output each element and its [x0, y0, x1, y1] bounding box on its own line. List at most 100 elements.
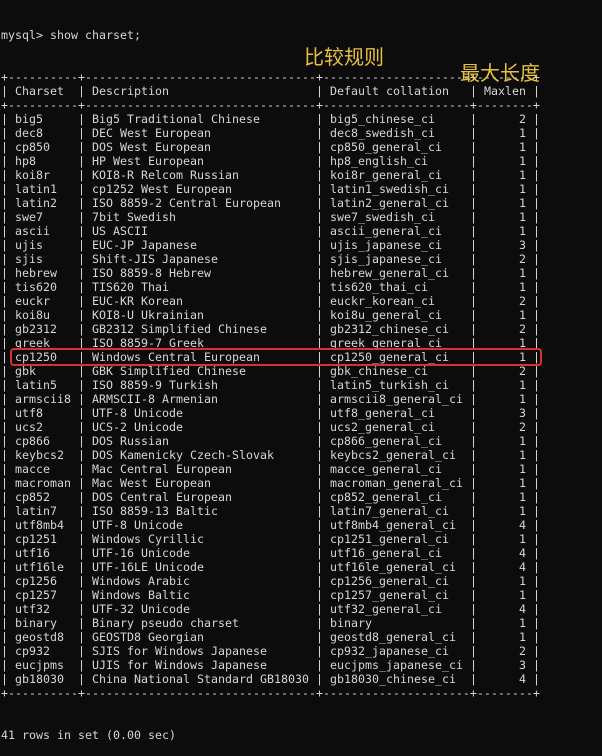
table-cell: 1 — [483, 168, 526, 182]
table-cell: 2 — [483, 112, 526, 126]
table-cell: keybcs2 — [15, 448, 71, 462]
charset-table: +----------+----------------------------… — [1, 70, 540, 700]
table-cell: GEOSTD8 Georgian — [92, 630, 309, 644]
table-row: | armscii8 | ARMSCII-8 Armenian | armsci… — [1, 392, 540, 406]
table-row: | hebrew | ISO 8859-8 Hebrew | hebrew_ge… — [1, 266, 540, 280]
table-cell: EUC-KR Korean — [92, 294, 309, 308]
table-row: | ascii | US ASCII | ascii_general_ci | … — [1, 224, 540, 238]
table-cell: 1 — [483, 490, 526, 504]
table-cell: ascii_general_ci — [329, 224, 463, 238]
table-cell: gb18030_chinese_ci — [329, 672, 463, 686]
table-row: | geostd8 | GEOSTD8 Georgian | geostd8_g… — [1, 630, 540, 644]
table-cell: DOS Central European — [92, 490, 309, 504]
table-cell: keybcs2_general_ci — [329, 448, 463, 462]
table-row: | koi8u | KOI8-U Ukrainian | koi8u_gener… — [1, 308, 540, 322]
table-cell: HP West European — [92, 154, 309, 168]
table-cell: binary — [329, 616, 463, 630]
table-cell: utf32 — [15, 602, 71, 616]
table-cell: UTF-16 Unicode — [92, 546, 309, 560]
table-cell: UJIS for Windows Japanese — [92, 658, 309, 672]
table-cell: cp1257 — [15, 588, 71, 602]
table-cell: China National Standard GB18030 — [92, 672, 309, 686]
table-cell: latin5_turkish_ci — [329, 378, 463, 392]
table-cell: macroman — [15, 476, 71, 490]
table-cell: euckr_korean_ci — [329, 294, 463, 308]
table-cell: dec8_swedish_ci — [329, 126, 463, 140]
table-cell: tis620_thai_ci — [329, 280, 463, 294]
table-cell: 1 — [483, 210, 526, 224]
table-cell: GB2312 Simplified Chinese — [92, 322, 309, 336]
table-cell: 1 — [483, 154, 526, 168]
table-cell: sjis — [15, 252, 71, 266]
terminal-output: mysql> show charset; +----------+-------… — [1, 0, 540, 756]
table-row: | macroman | Mac West European | macroma… — [1, 476, 540, 490]
table-cell: 4 — [483, 672, 526, 686]
table-row: | latin5 | ISO 8859-9 Turkish | latin5_t… — [1, 378, 540, 392]
table-cell: latin1 — [15, 182, 71, 196]
table-cell: 1 — [483, 532, 526, 546]
table-cell: Mac West European — [92, 476, 309, 490]
table-cell: GBK Simplified Chinese — [92, 364, 309, 378]
table-cell: 2 — [483, 644, 526, 658]
table-cell: 1 — [483, 476, 526, 490]
table-cell: koi8u — [15, 308, 71, 322]
table-row: | dec8 | DEC West European | dec8_swedis… — [1, 126, 540, 140]
table-cell: ISO 8859-8 Hebrew — [92, 266, 309, 280]
table-row: | ujis | EUC-JP Japanese | ujis_japanese… — [1, 238, 540, 252]
table-cell: utf8 — [15, 406, 71, 420]
table-header: | Charset | Description | Default collat… — [1, 84, 540, 98]
table-border: +----------+----------------------------… — [1, 686, 540, 700]
table-cell: Big5 Traditional Chinese — [92, 112, 309, 126]
table-cell: cp850 — [15, 140, 71, 154]
table-cell: US ASCII — [92, 224, 309, 238]
table-row: | cp932 | SJIS for Windows Japanese | cp… — [1, 644, 540, 658]
table-cell: 4 — [483, 518, 526, 532]
table-cell: cp852_general_ci — [329, 490, 463, 504]
table-row: | big5 | Big5 Traditional Chinese | big5… — [1, 112, 540, 126]
table-cell: cp866_general_ci — [329, 434, 463, 448]
table-cell: hebrew_general_ci — [329, 266, 463, 280]
table-cell: hp8 — [15, 154, 71, 168]
table-cell: UTF-8 Unicode — [92, 518, 309, 532]
table-cell: geostd8_general_ci — [329, 630, 463, 644]
table-row: | euckr | EUC-KR Korean | euckr_korean_c… — [1, 294, 540, 308]
table-cell: hp8_english_ci — [329, 154, 463, 168]
table-row: | cp1251 | Windows Cyrillic | cp1251_gen… — [1, 532, 540, 546]
table-row: | cp1256 | Windows Arabic | cp1256_gener… — [1, 574, 540, 588]
table-cell: 1 — [483, 574, 526, 588]
table-cell: ARMSCII-8 Armenian — [92, 392, 309, 406]
table-cell: utf8mb4_general_ci — [329, 518, 463, 532]
table-cell: 3 — [483, 238, 526, 252]
table-row: | tis620 | TIS620 Thai | tis620_thai_ci … — [1, 280, 540, 294]
table-cell: Mac Central European — [92, 462, 309, 476]
table-row: | latin1 | cp1252 West European | latin1… — [1, 182, 540, 196]
table-cell: Windows Baltic — [92, 588, 309, 602]
table-cell: 1 — [483, 224, 526, 238]
table-cell: 4 — [483, 546, 526, 560]
table-cell: cp1251 — [15, 532, 71, 546]
table-cell: gb2312_chinese_ci — [329, 322, 463, 336]
table-cell: macce_general_ci — [329, 462, 463, 476]
table-cell: euckr — [15, 294, 71, 308]
table-cell: UTF-16LE Unicode — [92, 560, 309, 574]
table-cell: 2 — [483, 420, 526, 434]
table-cell: utf16 — [15, 546, 71, 560]
table-cell: Windows Cyrillic — [92, 532, 309, 546]
table-cell: Maxlen — [483, 84, 526, 98]
table-cell: latin1_swedish_ci — [329, 182, 463, 196]
table-cell: EUC-JP Japanese — [92, 238, 309, 252]
table-cell: 2 — [483, 322, 526, 336]
table-cell: cp1257_general_ci — [329, 588, 463, 602]
table-cell: 1 — [483, 504, 526, 518]
table-cell: utf32_general_ci — [329, 602, 463, 616]
table-row: | gb2312 | GB2312 Simplified Chinese | g… — [1, 322, 540, 336]
table-row: | utf8 | UTF-8 Unicode | utf8_general_ci… — [1, 406, 540, 420]
table-cell: Binary pseudo charset — [92, 616, 309, 630]
table-cell: utf16le_general_ci — [329, 560, 463, 574]
table-cell: cp852 — [15, 490, 71, 504]
table-row: | macce | Mac Central European | macce_g… — [1, 462, 540, 476]
table-row: | latin2 | ISO 8859-2 Central European |… — [1, 196, 540, 210]
table-cell: utf8mb4 — [15, 518, 71, 532]
table-cell: cp932_japanese_ci — [329, 644, 463, 658]
table-cell: 1 — [483, 434, 526, 448]
